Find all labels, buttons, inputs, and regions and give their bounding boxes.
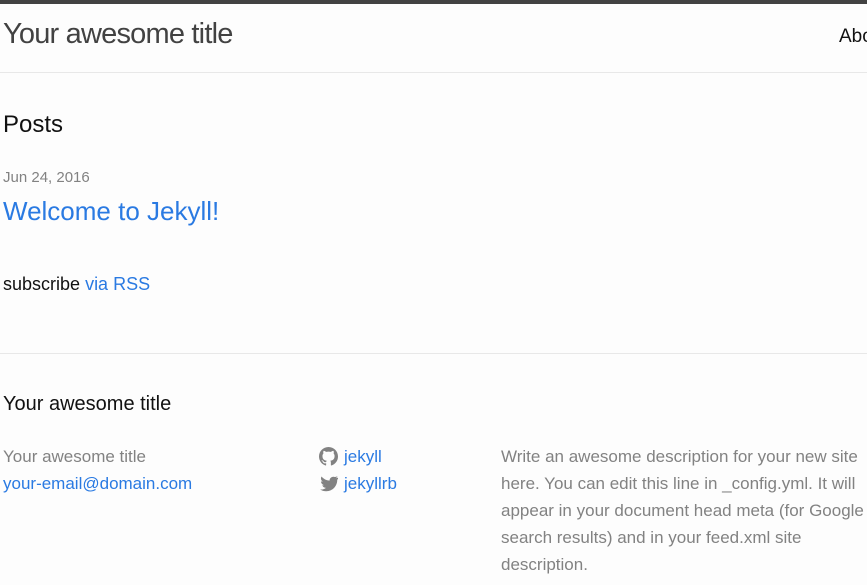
page-heading: Posts (3, 111, 64, 138)
footer-contact-list: Your awesome title your-email@domain.com (3, 443, 192, 497)
site-footer: Your awesome title Your awesome title yo… (0, 354, 867, 585)
rss-subscribe: subscribe via RSS (3, 274, 150, 295)
twitter-icon (320, 476, 338, 492)
social-item-twitter: jekyllrb (319, 470, 397, 497)
social-item-github: jekyll (319, 443, 397, 470)
footer-description-column: Write an awesome description for your ne… (501, 443, 867, 578)
site-description: Write an awesome description for your ne… (501, 447, 864, 574)
site-header: Your awesome title About (0, 0, 867, 73)
footer-heading: Your awesome title (3, 393, 172, 415)
rss-link[interactable]: via RSS (85, 274, 150, 294)
footer-email-link[interactable]: your-email@domain.com (3, 474, 192, 493)
github-icon (319, 447, 338, 466)
rss-prefix: subscribe (3, 274, 81, 294)
footer-name: Your awesome title (3, 447, 147, 466)
site-title-link[interactable]: Your awesome title (3, 18, 233, 51)
post-date: Jun 24, 2016 (3, 169, 90, 186)
github-link[interactable]: jekyll (344, 443, 382, 470)
footer-social-list: jekyll jekyllrb (319, 443, 397, 497)
site-nav: About (839, 26, 867, 48)
page-content: Posts Jun 24, 2016 Welcome to Jekyll! su… (0, 73, 867, 354)
post-title-link[interactable]: Welcome to Jekyll! (3, 196, 219, 227)
nav-link-about[interactable]: About (839, 26, 867, 47)
twitter-link[interactable]: jekyllrb (344, 470, 397, 497)
